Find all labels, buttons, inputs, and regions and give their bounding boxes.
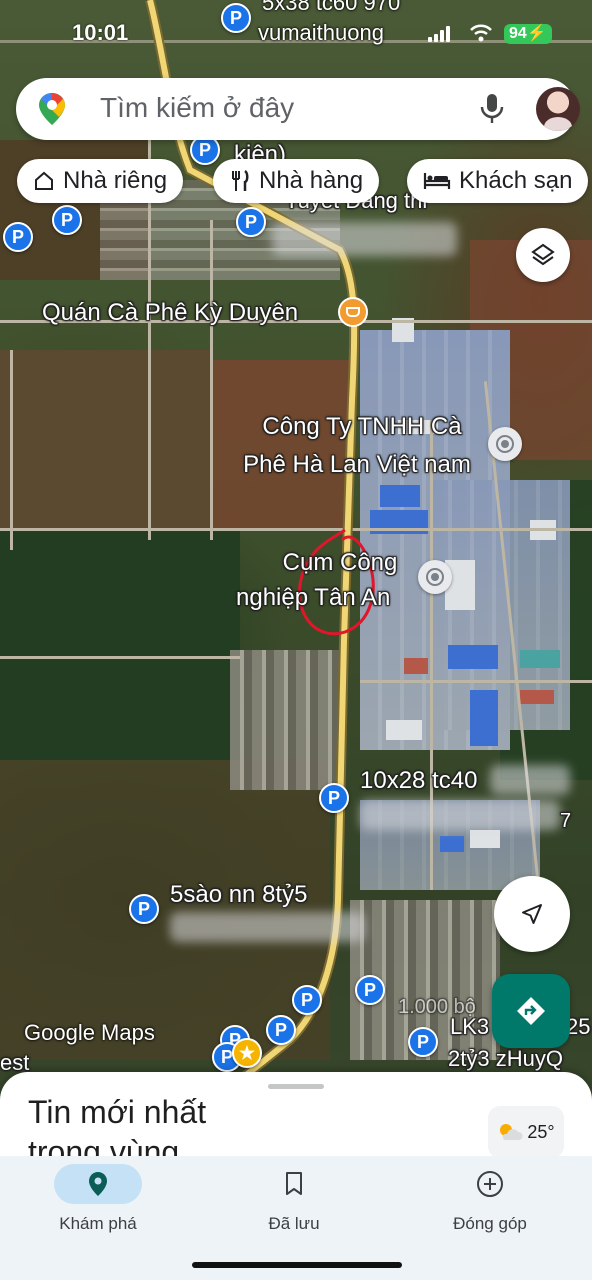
explore-pin-icon — [89, 1172, 107, 1196]
parking-pin[interactable]: P — [408, 1027, 438, 1057]
drag-handle[interactable] — [268, 1084, 324, 1089]
chip-restaurant[interactable]: Nhà hàng — [213, 159, 380, 203]
chip-restaurant-label: Nhà hàng — [259, 167, 364, 194]
map-label-lot1[interactable]: 10x28 tc40 — [360, 766, 477, 796]
my-location-button[interactable] — [494, 876, 570, 952]
map-label-cluster-1[interactable]: Cụm Công — [240, 548, 440, 578]
star-pin-icon[interactable]: ★ — [232, 1038, 262, 1068]
search-input[interactable]: Tìm kiếm ở đây — [100, 92, 294, 124]
status-time: 10:01 — [72, 20, 129, 45]
nav-contribute-indicator — [446, 1164, 534, 1204]
parking-pin[interactable]: P — [129, 894, 159, 924]
temperature: 25° — [527, 1121, 555, 1142]
parking-pin[interactable]: P — [52, 205, 82, 235]
chip-hotel[interactable]: Khách sạn — [407, 159, 589, 203]
parking-pin[interactable]: P — [221, 3, 251, 33]
battery-level: 94 — [509, 25, 527, 42]
red-circle-annotation — [298, 528, 375, 636]
parking-pin[interactable]: P — [355, 975, 385, 1005]
restaurant-icon — [232, 169, 249, 191]
google-maps-pin-icon — [39, 93, 65, 125]
nav-explore-label: Khám phá — [59, 1214, 137, 1233]
nav-contribute-label: Đóng góp — [453, 1214, 527, 1233]
layers-icon — [531, 243, 555, 266]
nav-explore[interactable]: Khám phá — [18, 1164, 178, 1234]
parking-pin[interactable]: P — [3, 222, 33, 252]
battery-icon: 94⚡ — [504, 24, 552, 44]
nav-saved[interactable]: Đã lưu — [214, 1164, 374, 1234]
map-label-lk[interactable]: LK3 — [450, 1012, 489, 1042]
map-label-company-2[interactable]: Phê Hà Lan Việt nam — [212, 450, 502, 480]
blurred-label — [360, 800, 560, 830]
add-circle-icon — [477, 1171, 503, 1197]
google-maps-logo: Google Maps — [24, 1020, 155, 1045]
parking-pin[interactable]: P — [236, 207, 266, 237]
chip-home-label: Nhà riêng — [63, 167, 168, 194]
directions-button[interactable] — [492, 974, 570, 1048]
map-label-cafe[interactable]: Quán Cà Phê Kỳ Duyên — [42, 298, 298, 328]
search-bar[interactable]: Tìm kiếm ở đây — [16, 78, 580, 140]
partly-cloudy-icon — [500, 1124, 523, 1140]
parking-pin[interactable]: P — [319, 783, 349, 813]
status-carrier: vumaithuong — [258, 20, 384, 45]
avatar[interactable] — [536, 87, 580, 131]
weather-chip[interactable]: 25° — [488, 1106, 564, 1158]
home-icon — [35, 171, 53, 190]
parking-pin[interactable]: P — [266, 1015, 296, 1045]
map-label-cluster-2[interactable]: nghiệp Tân An — [236, 583, 390, 613]
map-label-lk-price[interactable]: 2tỷ3 zHuyQ — [448, 1044, 563, 1074]
nav-saved-label: Đã lưu — [268, 1214, 320, 1233]
navigation-arrow-icon — [522, 904, 542, 924]
blurred-label — [490, 765, 570, 795]
bookmark-icon — [286, 1172, 302, 1195]
home-indicator[interactable] — [192, 1262, 402, 1268]
place-pin-icon[interactable] — [418, 560, 452, 594]
map-label-company-1[interactable]: Công Ty TNHH Cà — [222, 412, 502, 442]
hotel-icon — [423, 173, 451, 189]
signal-icon — [428, 26, 450, 42]
nav-saved-indicator — [250, 1164, 338, 1204]
blurred-label — [170, 912, 365, 942]
chip-home[interactable]: Nhà riêng — [17, 159, 184, 203]
nav-contribute[interactable]: Đóng góp — [410, 1164, 570, 1234]
map-label-top[interactable]: 5x38 tc60 970 — [262, 0, 400, 16]
chip-hotel-label: Khách sạn — [459, 167, 573, 194]
map-label-lot2[interactable]: 5sào nn 8tỷ5 — [170, 880, 307, 910]
microphone-icon[interactable] — [478, 92, 506, 126]
parking-pin[interactable]: P — [292, 985, 322, 1015]
place-pin-icon[interactable] — [488, 427, 522, 461]
wifi-icon — [470, 24, 492, 42]
cafe-pin-icon[interactable] — [338, 297, 368, 327]
blurred-label — [272, 222, 457, 256]
directions-icon — [517, 997, 545, 1025]
map-label-suffix-7: 7 — [560, 810, 572, 832]
layers-button[interactable] — [516, 228, 570, 282]
nav-explore-indicator — [54, 1164, 142, 1204]
